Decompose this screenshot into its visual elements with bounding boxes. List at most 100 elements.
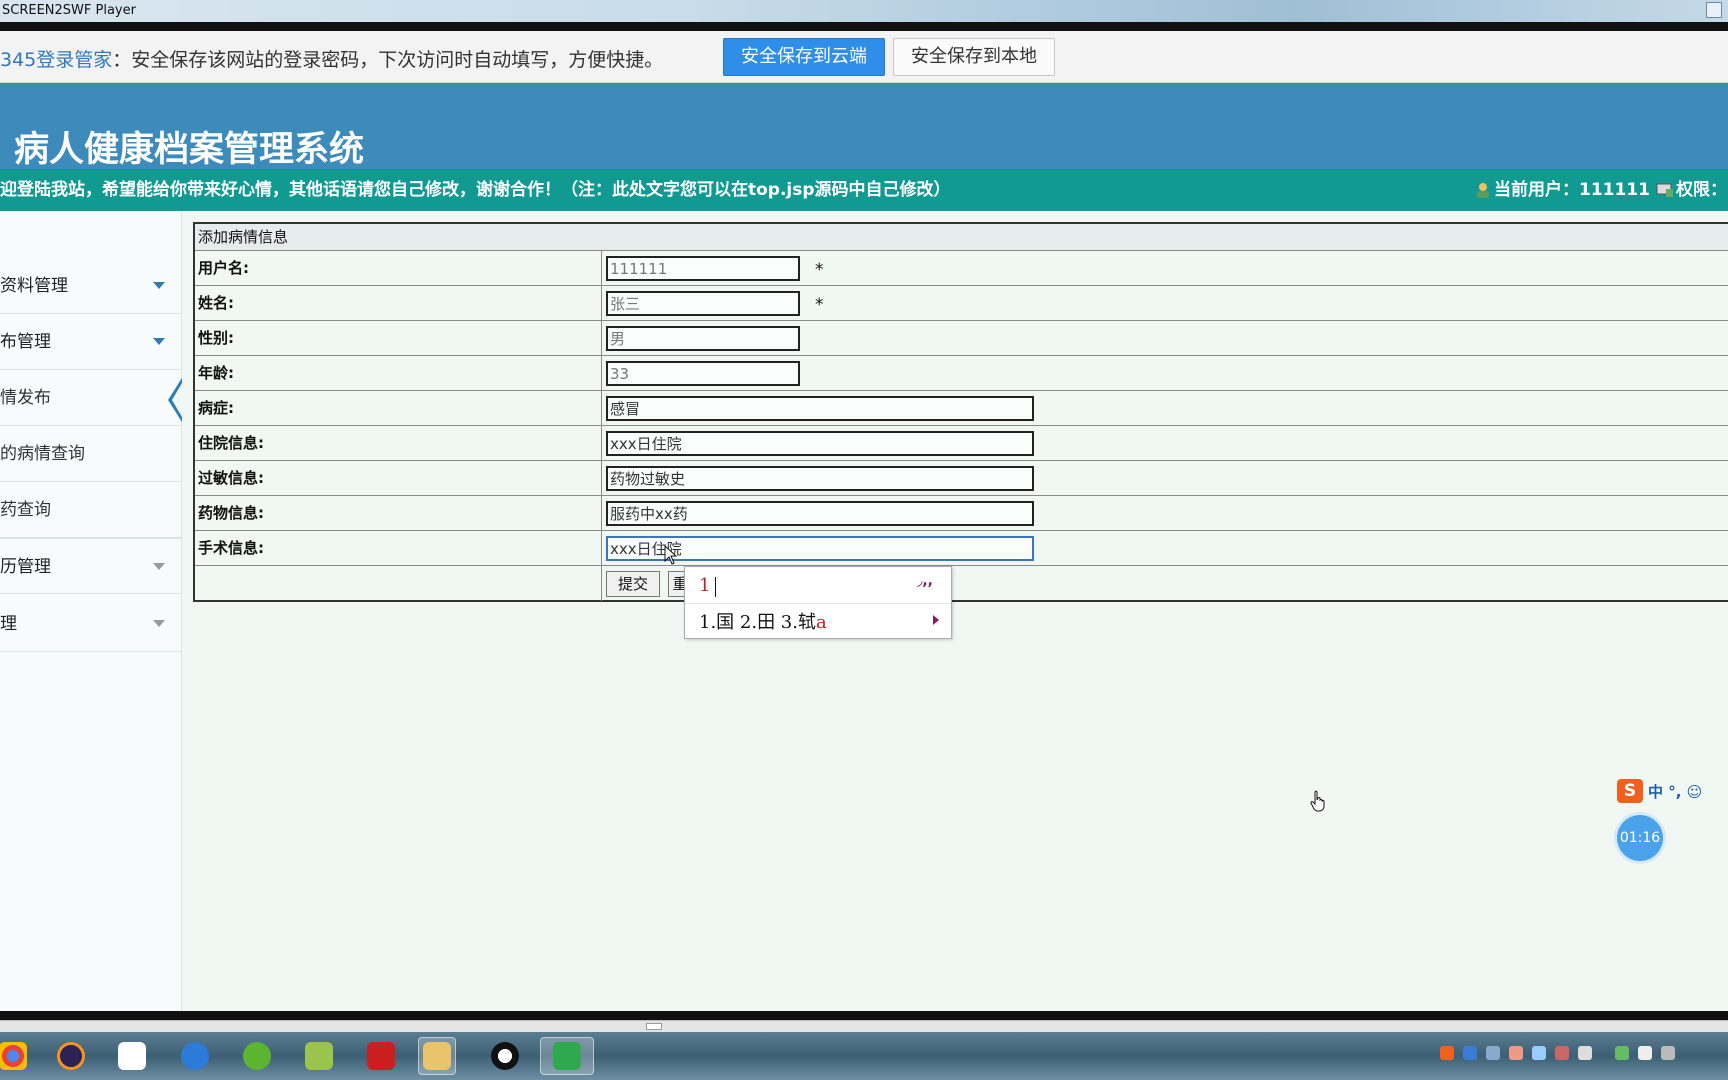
screen2swf-icon xyxy=(553,1042,581,1070)
sidebar-item-system-management[interactable]: 理 xyxy=(0,596,181,652)
ime-punctuation-icon[interactable]: ◞,, xyxy=(917,573,933,589)
notepad-icon xyxy=(305,1042,333,1070)
browser-icon xyxy=(181,1042,209,1070)
qq-penguin-icon xyxy=(491,1042,519,1070)
sidebar-item-label: 理 xyxy=(0,614,17,634)
age-input[interactable] xyxy=(606,361,800,386)
submit-button[interactable]: 提交 xyxy=(606,571,660,597)
sogou-ime-toolbar[interactable]: S 中 °, ☺ xyxy=(1617,777,1728,805)
recording-timer[interactable]: 01:16 xyxy=(1617,815,1663,861)
field-label: 住院信息: xyxy=(198,434,264,452)
password-manager-brand[interactable]: 345登录管家 xyxy=(0,49,112,71)
form-row-gender: 性别: xyxy=(195,321,1728,356)
app-tray-icon[interactable] xyxy=(1509,1046,1523,1060)
add-condition-form: 添加病情信息 用户名: * 姓名: * 性别: 年龄: 病症: 住院信息: 过敏… xyxy=(193,222,1728,602)
sogou-logo-icon[interactable]: S xyxy=(1617,779,1643,803)
chevron-down-icon xyxy=(153,620,165,627)
form-row-hospitalization: 住院信息: xyxy=(195,426,1728,461)
permission-icon xyxy=(1656,183,1673,197)
sidebar-item-history-management[interactable]: 历管理 xyxy=(0,538,181,594)
action-center-icon[interactable] xyxy=(1661,1046,1675,1060)
next-page-arrow-icon[interactable] xyxy=(933,615,939,625)
name-input[interactable] xyxy=(606,291,800,316)
form-row-medication: 药物信息: xyxy=(195,496,1728,531)
ime-text-caret xyxy=(715,577,716,597)
field-label: 用户名: xyxy=(198,259,249,277)
speaker-tray-icon[interactable] xyxy=(1555,1046,1569,1060)
password-manager-text: ：安全保存该网站的登录密码，下次访问时自动填写，方便快捷。 xyxy=(112,49,664,71)
column-divider xyxy=(601,566,602,601)
flag-tray-icon[interactable] xyxy=(1578,1046,1592,1060)
sidebar-item-label: 历管理 xyxy=(0,557,51,577)
hand-cursor-icon xyxy=(1310,790,1325,812)
window-titlebar: SCREEN2SWF Player xyxy=(0,0,1728,22)
sogou-tray-icon[interactable] xyxy=(1440,1046,1454,1060)
system-tray xyxy=(1440,1046,1675,1068)
taskbar-explorer[interactable] xyxy=(418,1037,456,1075)
taskbar-notepad[interactable] xyxy=(300,1037,338,1075)
form-row-actions: 提交 重 xyxy=(195,566,1728,602)
sidebar-item-label: 情发布 xyxy=(0,388,51,408)
column-divider xyxy=(601,391,602,426)
eclipse-icon xyxy=(57,1042,85,1070)
allergy-input[interactable] xyxy=(606,466,1034,491)
column-divider xyxy=(601,356,602,391)
password-manager-message: 345登录管家：安全保存该网站的登录密码，下次访问时自动填写，方便快捷。 xyxy=(0,45,663,72)
form-row-username: 用户名: * xyxy=(195,251,1728,286)
folder-icon xyxy=(423,1042,451,1070)
field-label: 手术信息: xyxy=(198,539,264,557)
taskbar-qq[interactable] xyxy=(486,1037,524,1075)
taskbar-screen2swf[interactable] xyxy=(540,1037,594,1075)
medication-input[interactable] xyxy=(606,501,1034,526)
shield-tray-icon[interactable] xyxy=(1486,1046,1500,1060)
current-user-label: 当前用户：111111 xyxy=(1494,180,1650,200)
ime-candidate-list[interactable]: 1.国 2.田 3.轼 xyxy=(699,612,816,633)
sogou-status-text[interactable]: 中 °, ☺ xyxy=(1648,781,1702,802)
system-title: 病人健康档案管理系统 xyxy=(14,130,365,170)
sidebar-item-profile-management[interactable]: 资料管理 xyxy=(0,258,181,314)
column-divider xyxy=(601,426,602,461)
player-frame-bottom xyxy=(0,1011,1728,1020)
network-tray-icon[interactable] xyxy=(1463,1046,1477,1060)
permission-label: 权限： xyxy=(1675,180,1727,200)
active-indicator-inner xyxy=(172,383,182,417)
scrollbar-thumb[interactable] xyxy=(646,1023,662,1030)
taskbar-eclipse[interactable] xyxy=(52,1037,90,1075)
sidebar-item-label: 药查询 xyxy=(0,500,51,520)
security-tray-icon[interactable] xyxy=(1532,1046,1546,1060)
form-row-allergy: 过敏信息: xyxy=(195,461,1728,496)
column-divider xyxy=(601,531,602,566)
taskbar-baidu-netdisk[interactable] xyxy=(113,1037,151,1075)
taskbar-flash[interactable] xyxy=(362,1037,400,1075)
save-to-cloud-button[interactable]: 安全保存到云端 xyxy=(723,38,885,76)
taskbar-browser[interactable] xyxy=(176,1037,214,1075)
symptom-input[interactable] xyxy=(606,396,1034,421)
horizontal-scrollbar[interactable] xyxy=(0,1020,1728,1032)
arrow-cursor-icon xyxy=(664,545,678,565)
taskbar-chrome[interactable] xyxy=(0,1037,32,1075)
gender-input[interactable] xyxy=(606,326,800,351)
sidebar-item-publish-management[interactable]: 布管理 xyxy=(0,314,181,370)
chevron-down-icon xyxy=(153,338,165,345)
user-info: 当前用户：111111 权限： xyxy=(1474,169,1727,211)
volume-tray-icon[interactable] xyxy=(1638,1046,1652,1060)
required-mark: * xyxy=(815,260,824,280)
window-close-button[interactable] xyxy=(1706,2,1722,18)
sidebar-item-medicine-query[interactable]: 药查询 xyxy=(0,482,181,538)
save-to-local-button[interactable]: 安全保存到本地 xyxy=(893,38,1055,76)
hospitalization-input[interactable] xyxy=(606,431,1034,456)
nvidia-tray-icon[interactable] xyxy=(1615,1046,1629,1060)
user-icon xyxy=(1477,183,1489,198)
form-caption: 添加病情信息 xyxy=(195,224,1728,251)
form-row-age: 年龄: xyxy=(195,356,1728,391)
sidebar-item-label: 资料管理 xyxy=(0,276,68,296)
taskbar-360[interactable] xyxy=(238,1037,276,1075)
sidebar-item-condition-publish[interactable]: 情发布 xyxy=(0,370,182,426)
sidebar: 资料管理 布管理 情发布 的病情查询 药查询 历管理 理 xyxy=(0,211,182,1011)
field-label: 年龄: xyxy=(198,364,234,382)
ime-candidates[interactable]: 1.国 2.田 3.轼a xyxy=(699,608,827,634)
username-input[interactable] xyxy=(606,256,800,281)
column-divider xyxy=(601,496,602,531)
sidebar-item-my-condition-query[interactable]: 的病情查询 xyxy=(0,426,181,482)
window-title: SCREEN2SWF Player xyxy=(2,3,136,18)
